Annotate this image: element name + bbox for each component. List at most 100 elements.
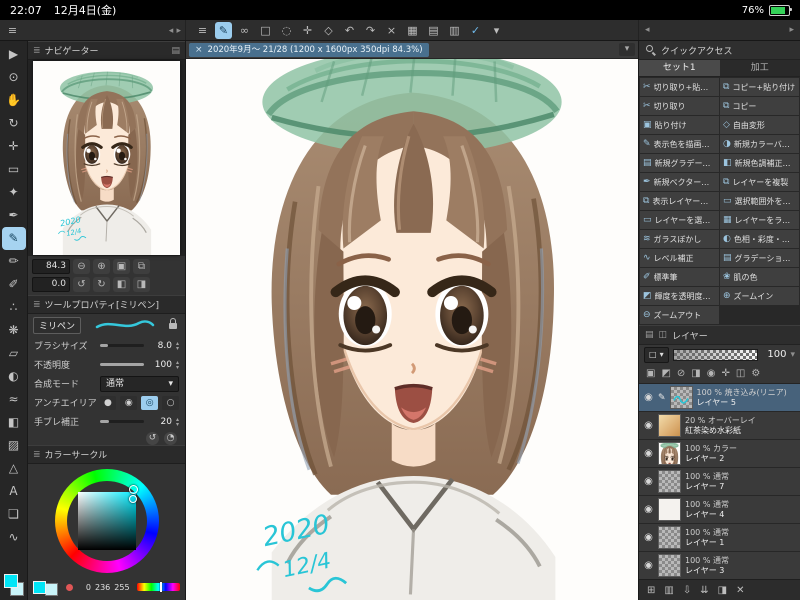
app-menu-icon[interactable]: ≡ [4, 22, 21, 39]
flip-vertical-button[interactable]: ◨ [133, 277, 150, 292]
hue-slider[interactable] [136, 582, 180, 592]
visibility-toggle-icon[interactable]: ◉ [643, 420, 654, 431]
confirm-icon[interactable]: ✓ [467, 22, 484, 39]
eyedropper-tool[interactable]: ✒ [2, 204, 26, 227]
layer-color-icon[interactable]: ◫ [736, 368, 745, 379]
layer-row[interactable]: ◉ 20 % オーバーレイ 紅茶染め水彩紙 [639, 412, 800, 440]
quick-access-item[interactable]: ⧉表示レイヤーのコピー [640, 192, 719, 210]
document-tab[interactable]: × 2020年9月〜 21/28 (1200 x 1600px 350dpi 8… [189, 42, 429, 57]
panel-collapse-right-icon[interactable]: ▸ [176, 26, 181, 36]
new-layer-button[interactable]: ⊞ [647, 585, 655, 596]
decoration-tool[interactable]: ❋ [2, 319, 26, 342]
blend-mode-select[interactable]: 通常 ▾ [100, 375, 179, 392]
right-panel-expand-icon[interactable]: ▸ [789, 25, 794, 35]
rect-select-icon[interactable]: □ [257, 22, 274, 39]
quick-access-item[interactable]: ≋ ガラスぼかし [640, 230, 719, 248]
layer-row[interactable]: ◉ 100 % 通常 レイヤー 1 [639, 524, 800, 552]
quick-access-item[interactable]: ▭選択範囲外をレイヤー [720, 192, 799, 210]
toolbar-color-swatches[interactable] [3, 574, 24, 598]
quick-access-item[interactable]: ✐ 標準筆 [640, 268, 719, 286]
layers-palette-icon[interactable]: ▤ [645, 330, 654, 340]
quick-access-item[interactable]: ◇ 自由変形 [720, 116, 799, 134]
reference-layer-icon[interactable]: ◉ [707, 368, 716, 379]
opacity-value[interactable]: 100 [148, 360, 172, 370]
layer-opacity-value[interactable]: 100 [762, 349, 786, 360]
lock-transparent-icon[interactable]: ◩ [661, 368, 670, 379]
fit-screen-button[interactable]: ▣ [113, 259, 130, 274]
antialias-weak-button[interactable]: ◉ [120, 395, 138, 410]
brush-tool[interactable]: ✐ [2, 273, 26, 296]
stabilize-value[interactable]: 20 [148, 417, 172, 427]
quick-access-item[interactable]: ✒新規ベクターレイヤー [640, 173, 719, 191]
tool-history-button[interactable]: ◔ [164, 431, 177, 445]
quick-access-item[interactable]: ◑新規カラーバランス [720, 135, 799, 153]
quick-access-item[interactable]: ◐ 色相・彩度・明度 [720, 230, 799, 248]
tab-list-chevron-icon[interactable]: ▾ [619, 43, 635, 56]
material-icon[interactable]: ▥ [446, 22, 463, 39]
rotate-value[interactable]: 0.0 [32, 277, 70, 292]
sub-color-swatch[interactable] [45, 583, 58, 596]
quick-access-tab-processing[interactable]: 加工 [719, 60, 800, 76]
operation-tool[interactable]: ▶ [2, 43, 26, 66]
settings-icon[interactable]: ⚙ [751, 368, 760, 379]
navigator-menu-icon[interactable]: ▤ [171, 46, 180, 56]
main-color-swatch-small[interactable] [3, 574, 18, 588]
transfer-down-button[interactable]: ⇩ [683, 585, 691, 596]
quick-access-item[interactable]: ▣ 貼り付け [640, 116, 719, 134]
saturation-value-square[interactable] [77, 492, 136, 550]
grid-icon[interactable]: ▦ [404, 22, 421, 39]
chevron-down-icon[interactable]: ▾ [790, 350, 795, 360]
quick-access-item[interactable]: ▭レイヤーを選択範囲 [640, 211, 719, 229]
layer-row[interactable]: ◉ 100 % 通常 レイヤー 7 [639, 468, 800, 496]
actual-size-button[interactable]: ⧉ [133, 259, 150, 274]
layer-thumbnail[interactable] [658, 554, 681, 577]
visibility-toggle-icon[interactable]: ◉ [643, 504, 654, 515]
quick-access-item[interactable]: ✂切り取り+貼り付け [640, 78, 719, 96]
visibility-toggle-icon[interactable]: ◉ [643, 532, 654, 543]
antialias-none-button[interactable]: ● [99, 395, 117, 410]
move-layer-icon[interactable]: ✛ [299, 22, 316, 39]
fill-tool[interactable]: ◧ [2, 411, 26, 434]
merge-down-button[interactable]: ⇊ [700, 585, 708, 596]
layer-row[interactable]: ◉ 100 % カラー レイヤー 2 [639, 440, 800, 468]
liquify-tool[interactable]: ≈ [2, 388, 26, 411]
close-icon[interactable]: × [195, 43, 203, 57]
layer-thumbnail[interactable] [658, 442, 681, 465]
brush-size-value[interactable]: 8.0 [148, 341, 172, 351]
quick-access-tab-set1[interactable]: セット1 [639, 60, 720, 76]
line-correct-tool[interactable]: ∿ [2, 526, 26, 549]
blend-tool[interactable]: ◐ [2, 365, 26, 388]
antialias-middle-button[interactable]: ◎ [141, 395, 159, 410]
flip-horizontal-button[interactable]: ◧ [113, 277, 130, 292]
layer-property-icon[interactable]: ◫ [659, 330, 668, 340]
clip-layer-icon[interactable]: ◨ [691, 368, 700, 379]
stabilize-stepper[interactable]: ▴ ▾ [176, 416, 179, 427]
layer-row[interactable]: ◉ 100 % 通常 レイヤー 3 [639, 552, 800, 579]
hue-slider-marker[interactable] [160, 582, 163, 592]
visibility-toggle-icon[interactable]: ◉ [643, 448, 654, 459]
clear-icon[interactable]: × [383, 22, 400, 39]
selection-tool[interactable]: ▭ [2, 158, 26, 181]
brush-size-slider[interactable] [100, 344, 144, 347]
layer-mask-icon[interactable]: ▣ [646, 368, 655, 379]
hand-tool[interactable]: ✋ [2, 89, 26, 112]
transform-icon[interactable]: ◇ [320, 22, 337, 39]
hue-marker[interactable] [129, 485, 138, 494]
zoom-tool[interactable]: ⊙ [2, 66, 26, 89]
lock-layer-icon[interactable]: ⊘ [677, 368, 685, 379]
canvas-viewport[interactable] [186, 59, 638, 600]
rotate-left-button[interactable]: ↺ [73, 277, 90, 292]
pencil-tool[interactable]: ✏ [2, 250, 26, 273]
main-color-swatch[interactable] [33, 580, 46, 594]
quick-access-item[interactable]: ▦レイヤーをラスタライズ [720, 211, 799, 229]
toolbar-expand-icon[interactable]: ▾ [488, 22, 505, 39]
zoom-in-button[interactable]: ⊕ [93, 259, 110, 274]
visibility-toggle-icon[interactable]: ◉ [643, 560, 654, 571]
navigator-preview[interactable] [28, 60, 185, 256]
ruler-icon[interactable]: ✛ [721, 368, 729, 379]
layer-opacity-slider[interactable] [672, 348, 759, 361]
eraser-tool[interactable]: ▱ [2, 342, 26, 365]
text-tool[interactable]: A [2, 480, 26, 503]
delete-layer-button[interactable]: ✕ [736, 585, 744, 596]
quick-access-item[interactable]: ❀ 肌の色 [720, 268, 799, 286]
